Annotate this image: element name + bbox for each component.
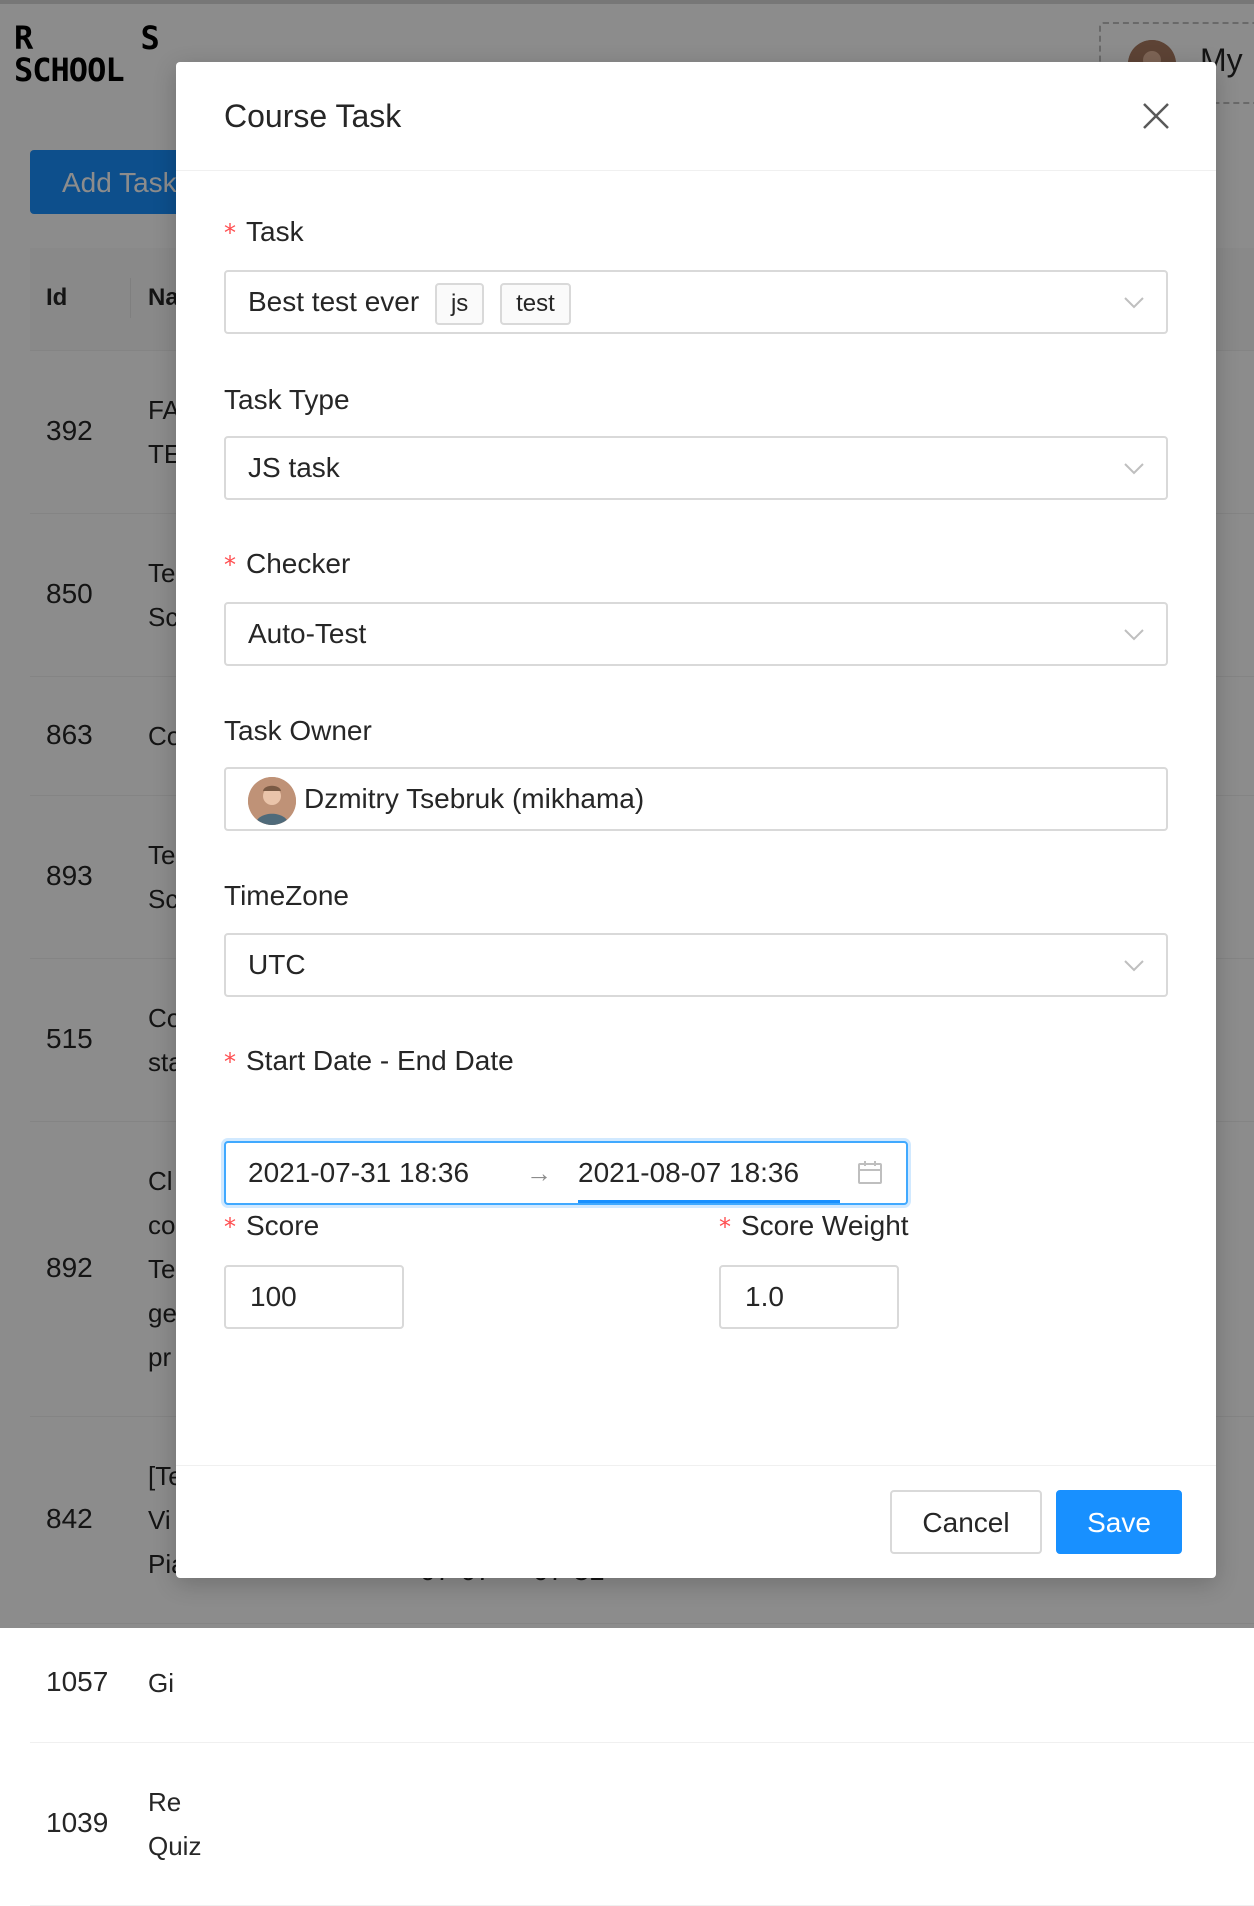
course-task-modal: Course Task * Task Best test ever js test… bbox=[176, 62, 1216, 1578]
timezone-value: UTC bbox=[248, 949, 306, 980]
modal-footer: Cancel Save bbox=[176, 1465, 1216, 1579]
cell-name: Re Quiz bbox=[148, 1780, 201, 1868]
modal-header: Course Task bbox=[176, 62, 1216, 171]
owner-avatar bbox=[248, 777, 296, 825]
checker-value: Auto-Test bbox=[248, 618, 367, 649]
task-select[interactable]: Best test ever js test bbox=[224, 270, 1168, 334]
save-button[interactable]: Save bbox=[1056, 1490, 1182, 1554]
table-row[interactable]: 1039 Re Quiz bbox=[30, 1743, 1254, 1906]
start-date-input[interactable]: 2021-07-31 18:36 bbox=[248, 1143, 469, 1203]
task-label: * Task bbox=[224, 216, 304, 248]
table-row[interactable]: 1057 Gi bbox=[30, 1624, 1254, 1743]
required-mark: * bbox=[224, 219, 236, 247]
cell-name-line: Re bbox=[148, 1787, 182, 1817]
chevron-down-icon bbox=[1124, 297, 1144, 309]
task-tag: test bbox=[500, 282, 571, 325]
checker-select[interactable]: Auto-Test bbox=[224, 602, 1168, 666]
date-range-picker[interactable]: 2021-07-31 18:36 → 2021-08-07 18:36 bbox=[224, 1141, 908, 1205]
cancel-button[interactable]: Cancel bbox=[890, 1490, 1042, 1554]
task-name: Best test ever bbox=[248, 286, 420, 317]
cell-name-line: Gi bbox=[148, 1668, 174, 1698]
chevron-down-icon bbox=[1124, 629, 1144, 641]
score-input[interactable]: 100 bbox=[224, 1265, 404, 1329]
checker-label-text: Checker bbox=[246, 548, 351, 579]
cell-id: 1057 bbox=[46, 1666, 109, 1697]
cell-name: Gi bbox=[148, 1661, 174, 1705]
close-icon[interactable] bbox=[1136, 96, 1176, 136]
chevron-down-icon bbox=[1124, 960, 1144, 972]
required-mark: * bbox=[224, 1213, 236, 1241]
task-select-value: Best test ever js test bbox=[248, 272, 571, 332]
modal-title: Course Task bbox=[224, 98, 402, 134]
date-range-label: * Start Date - End Date bbox=[224, 1045, 514, 1077]
timezone-select[interactable]: UTC bbox=[224, 933, 1168, 997]
chevron-down-icon bbox=[1124, 463, 1144, 475]
required-mark: * bbox=[719, 1213, 731, 1241]
calendar-icon[interactable] bbox=[856, 1159, 884, 1187]
score-weight-label: * Score Weight bbox=[719, 1210, 909, 1242]
score-label-text: Score bbox=[246, 1210, 320, 1241]
required-mark: * bbox=[224, 1048, 236, 1076]
cell-id: 1039 bbox=[46, 1807, 109, 1838]
task-tag: js bbox=[434, 282, 485, 325]
range-arrow-icon: → bbox=[526, 1158, 552, 1188]
task-type-label: Task Type bbox=[224, 384, 350, 415]
score-weight-label-text: Score Weight bbox=[741, 1210, 909, 1241]
score-weight-input[interactable]: 1.0 bbox=[719, 1265, 899, 1329]
active-input-indicator bbox=[578, 1200, 840, 1203]
task-label-text: Task bbox=[246, 216, 304, 247]
end-date-input[interactable]: 2021-08-07 18:36 bbox=[578, 1143, 799, 1203]
timezone-label: TimeZone bbox=[224, 880, 350, 911]
cell-name-line: Quiz bbox=[148, 1831, 202, 1861]
owner-name: Dzmitry Tsebruk (mikhama) bbox=[304, 783, 645, 814]
checker-label: * Checker bbox=[224, 548, 350, 580]
task-type-value: JS task bbox=[248, 452, 340, 483]
required-mark: * bbox=[224, 551, 236, 579]
task-owner-input[interactable]: Dzmitry Tsebruk (mikhama) bbox=[224, 767, 1168, 831]
score-label: * Score bbox=[224, 1210, 319, 1242]
date-range-label-text: Start Date - End Date bbox=[246, 1045, 514, 1076]
task-type-select[interactable]: JS task bbox=[224, 436, 1168, 500]
task-owner-label: Task Owner bbox=[224, 715, 372, 746]
